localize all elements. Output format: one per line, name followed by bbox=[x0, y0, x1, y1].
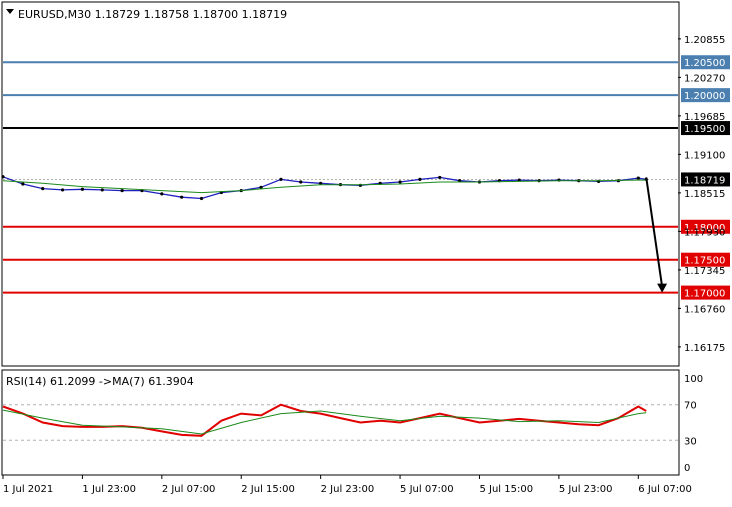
rsi-y-tick-label: 30 bbox=[684, 436, 697, 447]
chart-header: EURUSD,M30 1.18729 1.18758 1.18700 1.187… bbox=[18, 8, 287, 21]
price-point bbox=[100, 188, 104, 192]
chart-window: EURUSD,M30 1.18729 1.18758 1.18700 1.187… bbox=[0, 0, 732, 503]
y-tick-label: 1.20270 bbox=[684, 73, 725, 84]
x-tick-label: 1 Jul 23:00 bbox=[82, 484, 136, 495]
price-point bbox=[60, 188, 65, 192]
price-point bbox=[41, 187, 45, 191]
price-point bbox=[398, 180, 402, 184]
x-tick-label: 2 Jul 15:00 bbox=[241, 484, 295, 495]
price-point bbox=[299, 180, 303, 184]
rsi-y-tick-label: 0 bbox=[684, 463, 690, 474]
level-label: 1.19500 bbox=[684, 124, 725, 135]
x-tick-label: 6 Jul 07:00 bbox=[638, 484, 692, 495]
rsi-y-tick-label: 100 bbox=[684, 374, 703, 385]
y-tick-label: 1.17345 bbox=[684, 266, 725, 277]
price-point bbox=[180, 195, 184, 199]
y-tick-label: 1.16760 bbox=[684, 304, 725, 315]
y-tick-label: 1.18515 bbox=[684, 189, 725, 200]
current-price-label: 1.18719 bbox=[684, 175, 725, 186]
rsi-header: RSI(14) 61.2099 ->MA(7) 61.3904 bbox=[6, 375, 194, 388]
x-tick-label: 5 Jul 23:00 bbox=[559, 484, 613, 495]
y-tick-label: 1.19685 bbox=[684, 112, 725, 123]
y-tick-label: 1.19100 bbox=[684, 150, 725, 161]
level-label: 1.20500 bbox=[684, 58, 725, 69]
x-tick-label: 1 Jul 2021 bbox=[3, 484, 53, 495]
price-point bbox=[279, 177, 283, 181]
x-tick-label: 5 Jul 15:00 bbox=[479, 484, 533, 495]
price-point bbox=[21, 182, 25, 186]
price-point bbox=[120, 188, 124, 193]
price-point bbox=[80, 187, 85, 191]
x-tick-label: 2 Jul 23:00 bbox=[321, 484, 375, 495]
y-tick-label: 1.17930 bbox=[684, 227, 725, 238]
rsi-y-tick-label: 70 bbox=[684, 401, 697, 412]
price-point bbox=[199, 196, 204, 201]
y-tick-label: 1.16175 bbox=[684, 343, 725, 354]
price-point bbox=[636, 176, 640, 180]
price-point bbox=[1, 175, 5, 179]
y-tick-label: 1.20855 bbox=[684, 35, 725, 46]
level-label: 1.20000 bbox=[684, 91, 725, 102]
price-point bbox=[438, 175, 442, 180]
level-label: 1.17000 bbox=[684, 289, 725, 300]
chart-canvas: EURUSD,M30 1.18729 1.18758 1.18700 1.187… bbox=[0, 0, 732, 503]
price-point bbox=[160, 192, 164, 196]
price-point bbox=[418, 177, 422, 181]
x-tick-label: 5 Jul 07:00 bbox=[400, 484, 454, 495]
x-tick-label: 2 Jul 07:00 bbox=[162, 484, 216, 495]
